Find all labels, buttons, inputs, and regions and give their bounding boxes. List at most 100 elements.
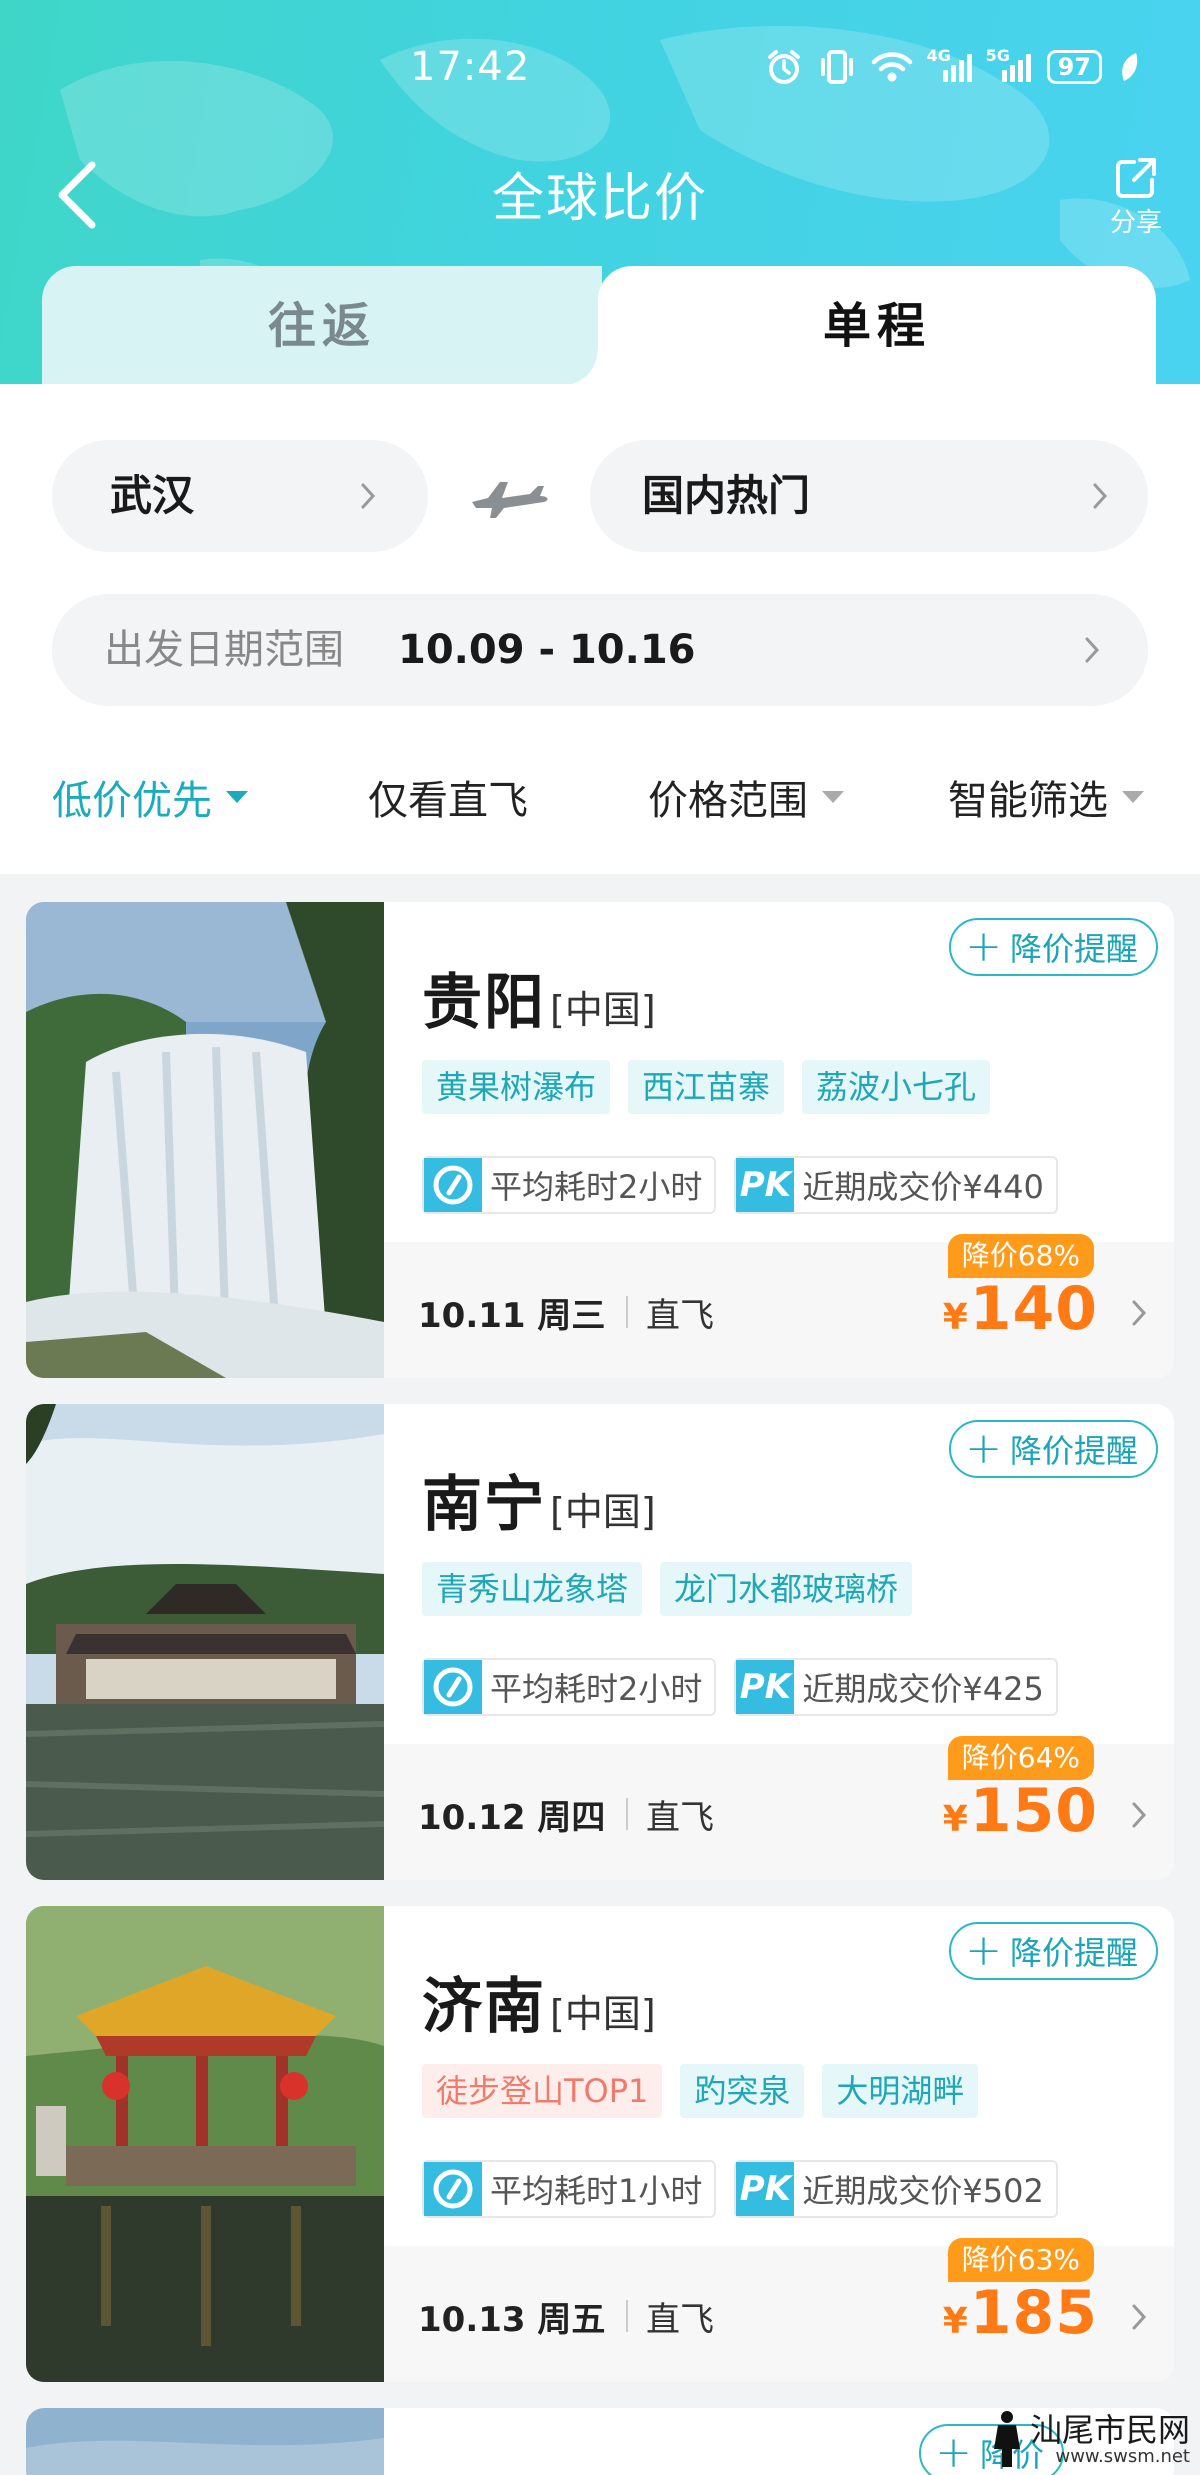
attraction-tags: 徒步登山TOP1 趵突泉 大明湖畔 (422, 2064, 979, 2118)
flight-type: 直飞 (646, 2300, 714, 2340)
stopwatch-icon (424, 2162, 482, 2216)
plus-icon: + (965, 921, 1002, 972)
caret-down-icon (1122, 791, 1144, 803)
discount-badge: 降价64% (947, 1736, 1094, 1780)
recent-deal-price: PK 近期成交价¥440 (734, 1156, 1058, 1214)
attraction-tag: 荔波小七孔 (802, 1060, 991, 1114)
airplane-icon (472, 482, 548, 518)
flight-type: 直飞 (646, 1296, 714, 1336)
avg-duration: 平均耗时1小时 (422, 2160, 717, 2218)
country-label: [中国] (550, 988, 656, 1032)
divider (626, 2300, 628, 2332)
fare-price: ¥140 (942, 1274, 1098, 1344)
tab-one-way[interactable]: 单程 (562, 266, 1156, 386)
pk-icon: PK (736, 1660, 795, 1714)
attraction-tag: 龙门水都玻璃桥 (660, 1562, 913, 1616)
filter-price-range[interactable]: 价格范围 (648, 768, 844, 826)
recent-deal-text: 近期成交价¥502 (802, 2172, 1044, 2210)
plus-icon: + (965, 1423, 1002, 1474)
avg-duration-text: 平均耗时2小时 (490, 1670, 703, 1708)
battery-indicator: 97 (1046, 50, 1102, 84)
destination: 国内热门 (642, 471, 811, 520)
destination-card[interactable]: 贵阳 [中国] + 降价提醒 黄果树瀑布 西江苗寨 荔波小七孔 平均耗时2小时 PK… (26, 902, 1174, 1378)
fare-price: ¥150 (942, 1776, 1098, 1846)
price-alert-button[interactable]: + 降价提醒 (949, 1922, 1158, 1980)
divider (626, 1798, 628, 1830)
date-range-value: 10.09 - 10.16 (398, 627, 696, 673)
flight-date: 10.12 周四 (418, 1798, 606, 1838)
caret-down-icon (226, 791, 248, 803)
price-alert-button[interactable]: + 降价提醒 (949, 1420, 1158, 1478)
page-title: 全球比价 (491, 169, 708, 229)
recent-deal-price: PK 近期成交价¥425 (734, 1658, 1058, 1716)
filter-sort-low-price[interactable]: 低价优先 (52, 768, 248, 826)
filter-direct-label: 仅看直飞 (368, 778, 528, 824)
filter-smart-label: 智能筛选 (948, 778, 1108, 824)
date-range-selector[interactable]: 出发日期范围 10.09 - 10.16 (52, 594, 1148, 706)
attraction-tag: 西江苗寨 (628, 1060, 785, 1114)
flight-type: 直飞 (646, 1798, 714, 1838)
chevron-right-icon (1132, 2304, 1147, 2330)
departure-city-selector[interactable]: 武汉 (52, 440, 428, 552)
attraction-tag: 青秀山龙象塔 (422, 1562, 643, 1616)
destination-selector[interactable]: 国内热门 (590, 440, 1148, 552)
city-name: 南宁 [中国] (422, 1470, 656, 1540)
recent-deal-price: PK 近期成交价¥502 (734, 2160, 1058, 2218)
chevron-right-icon (361, 483, 376, 509)
city-name: 贵阳 [中国] (422, 968, 656, 1038)
chevron-right-icon (1093, 483, 1108, 509)
flight-info-row: 平均耗时2小时 PK 近期成交价¥440 (422, 1156, 1058, 1214)
share-button[interactable]: 分享 (1096, 156, 1176, 239)
avg-duration-text: 平均耗时1小时 (490, 2172, 703, 2210)
destination-photo-lake-pavilion (26, 1404, 384, 1880)
destination-photo-partial (26, 2408, 384, 2475)
discount-badge: 降价63% (947, 2238, 1094, 2282)
departure-city: 武汉 (110, 471, 195, 520)
price-alert-label: 降价提醒 (1009, 1934, 1138, 1972)
chevron-right-icon (1132, 1802, 1147, 1828)
watermark-text: 汕尾市民网 (1029, 2411, 1190, 2449)
signal-5g-icon: 5G (986, 46, 1031, 82)
date-range-label: 出发日期范围 (104, 627, 344, 673)
filter-price-label: 价格范围 (648, 778, 808, 824)
divider (626, 1296, 628, 1328)
pk-icon: PK (736, 2162, 795, 2216)
pk-icon: PK (736, 1158, 795, 1212)
country-label: [中国] (550, 1490, 656, 1534)
chevron-right-icon (1085, 637, 1100, 663)
filter-direct-only[interactable]: 仅看直飞 (368, 768, 528, 826)
avg-duration: 平均耗时2小时 (422, 1658, 717, 1716)
attraction-tag: 大明湖畔 (822, 2064, 979, 2118)
share-icon (1116, 158, 1156, 198)
status-time: 17:42 (410, 44, 531, 90)
tab-round-trip[interactable]: 往返 (42, 266, 602, 386)
recent-deal-text: 近期成交价¥425 (802, 1670, 1044, 1708)
destination-photo-pavilion (26, 1906, 384, 2382)
chevron-right-icon (1132, 1300, 1147, 1326)
filter-bar: 低价优先 仅看直飞 价格范围 智能筛选 (0, 750, 1200, 830)
destination-photo-waterfall (26, 902, 384, 1378)
discount-badge: 降价68% (947, 1234, 1094, 1278)
leaf-icon (1122, 53, 1138, 81)
share-label: 分享 (1109, 208, 1162, 238)
attraction-tags: 黄果树瀑布 西江苗寨 荔波小七孔 (422, 1060, 991, 1114)
destination-card[interactable]: 南宁 [中国] + 降价提醒 青秀山龙象塔 龙门水都玻璃桥 平均耗时2小时 PK 近… (26, 1404, 1174, 1880)
trip-type-tabs: 往返 单程 (42, 266, 1156, 386)
plus-icon: + (965, 1925, 1002, 1976)
filter-sort-label: 低价优先 (52, 778, 212, 824)
city-name: 济南 [中国] (422, 1972, 656, 2042)
signal-4g-icon: 4G (927, 46, 972, 82)
filter-smart[interactable]: 智能筛选 (948, 768, 1144, 826)
plus-icon: + (935, 2427, 972, 2475)
attraction-tags: 青秀山龙象塔 龙门水都玻璃桥 (422, 1562, 913, 1616)
alarm-icon (767, 50, 800, 84)
recent-deal-text: 近期成交价¥440 (802, 1168, 1044, 1206)
destination-card[interactable]: 济南 [中国] + 降价提醒 徒步登山TOP1 趵突泉 大明湖畔 平均耗时1小时 P… (26, 1906, 1174, 2382)
fare-price: ¥185 (942, 2278, 1098, 2348)
vibrate-icon (820, 50, 853, 84)
watermark: 汕尾市民网 www.swsm.net (990, 2409, 1190, 2467)
status-icons: 4G 5G 97 (765, 46, 1140, 86)
watermark-figure-logo (993, 2411, 1020, 2467)
attraction-tag: 趵突泉 (680, 2064, 805, 2118)
price-alert-button[interactable]: + 降价提醒 (949, 918, 1158, 976)
